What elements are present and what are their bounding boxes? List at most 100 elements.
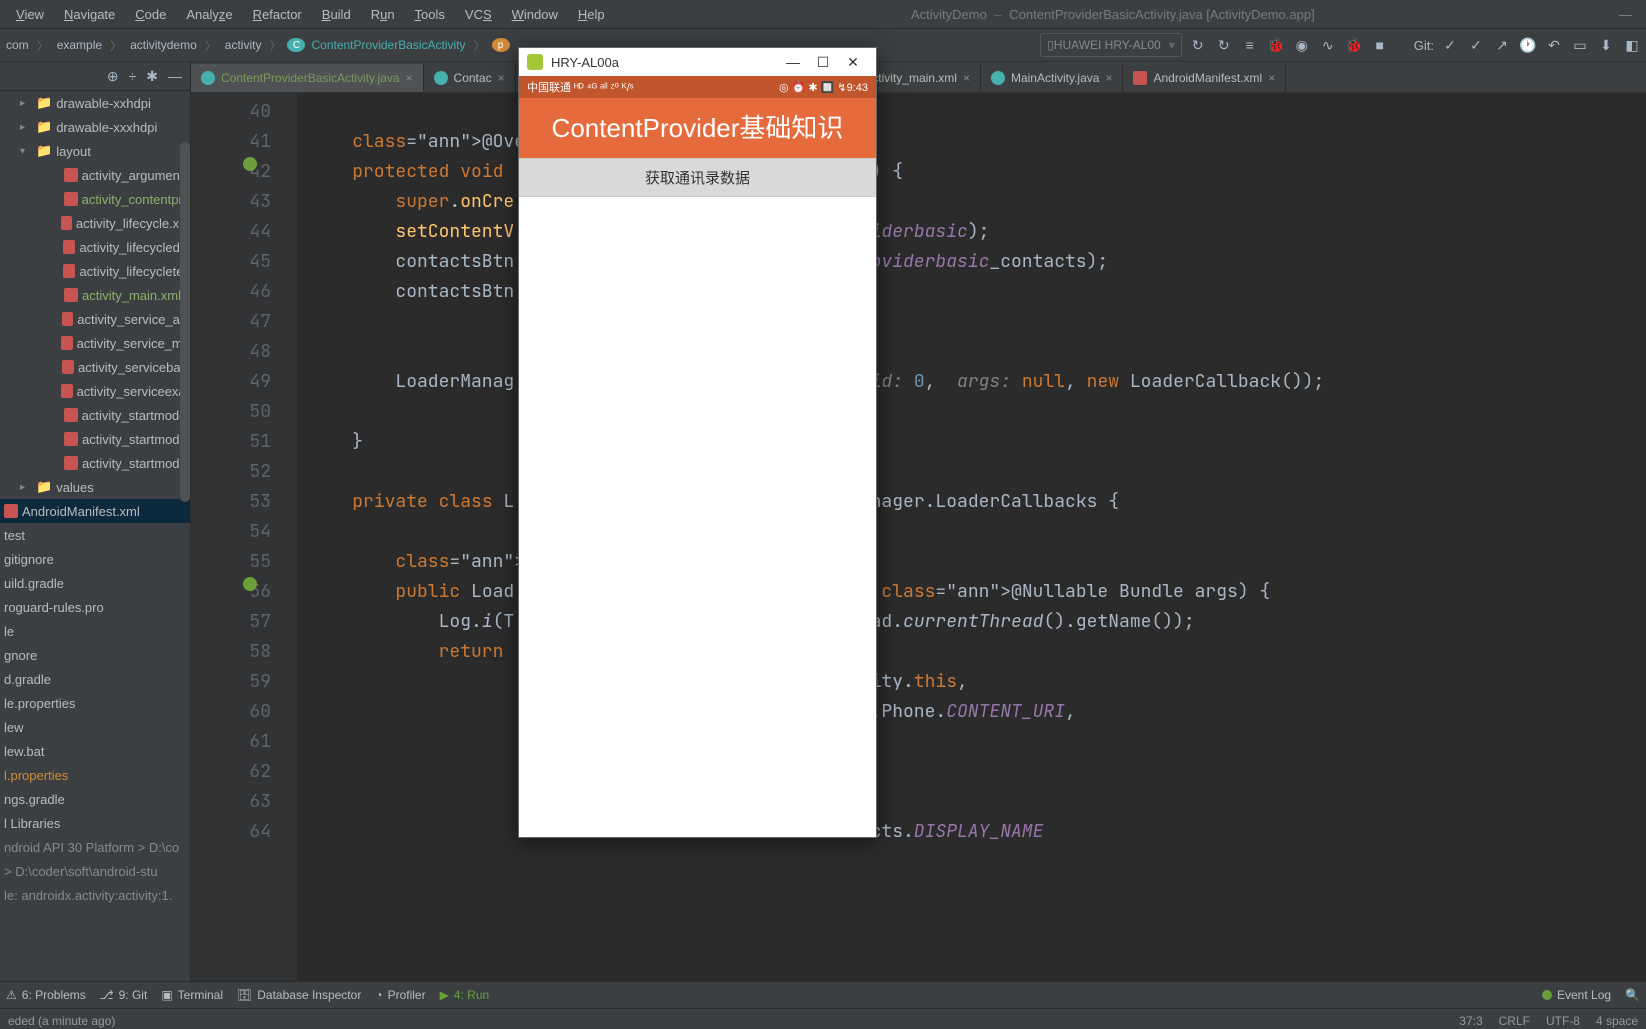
tree-item[interactable]: roguard-rules.pro — [0, 595, 190, 619]
menu-window[interactable]: Window — [502, 7, 568, 22]
tree-scrollbar[interactable] — [180, 142, 190, 502]
indent-setting[interactable]: 4 space — [1596, 1014, 1638, 1028]
tree-item[interactable]: gnore — [0, 643, 190, 667]
caret-position[interactable]: 37:3 — [1459, 1014, 1482, 1028]
tree-item[interactable]: ▾📁layout — [0, 139, 190, 163]
menu-navigate[interactable]: Navigate — [54, 7, 125, 22]
tree-item[interactable]: activity_service_me — [0, 331, 190, 355]
tree-item[interactable]: activity_arguments — [0, 163, 190, 187]
editor-tab[interactable]: Contac× — [424, 64, 516, 92]
tree-item[interactable]: d.gradle — [0, 667, 190, 691]
tool-problems[interactable]: ⚠6: Problems — [6, 988, 86, 1002]
crumb[interactable]: com — [4, 38, 31, 52]
tree-item[interactable]: activity_lifecycletes — [0, 259, 190, 283]
git-push-icon[interactable]: ↗ — [1492, 35, 1512, 55]
tree-item[interactable]: le — [0, 619, 190, 643]
tree-item[interactable]: ndroid API 30 Platform > D:\co — [0, 835, 190, 859]
emulator-window[interactable]: HRY-AL00a — ☐ ✕ 中国联通 ᴴᴰ ⁴ᴳ ᵃˡˡ ᶻ⁰ ᴷ/ˢ ◎ … — [518, 47, 877, 838]
git-history-icon[interactable]: 🕐 — [1518, 35, 1538, 55]
tree-item[interactable]: activity_startmode. — [0, 403, 190, 427]
menu-refactor[interactable]: Refactor — [243, 7, 312, 22]
close-tab-icon[interactable]: × — [1268, 71, 1275, 85]
menu-vcs[interactable]: VCS — [455, 7, 502, 22]
tree-item[interactable]: activity_contentpro — [0, 187, 190, 211]
crumb-current[interactable]: ContentProviderBasicActivity — [309, 38, 467, 52]
tree-item[interactable]: activity_service_aid — [0, 307, 190, 331]
git-rollback-icon[interactable]: ↶ — [1544, 35, 1564, 55]
source-code[interactable]: class="ann">@Override protected void ate… — [297, 93, 1646, 981]
tree-item[interactable]: activity_startmode — [0, 427, 190, 451]
tree-item[interactable]: lew — [0, 715, 190, 739]
device-selector[interactable]: ▯ HUAWEI HRY-AL00▾ — [1040, 33, 1182, 57]
gutter-override-icon[interactable] — [243, 157, 257, 171]
apply-changes-icon[interactable]: ≡ — [1240, 35, 1260, 55]
tree-item[interactable]: le.properties — [0, 691, 190, 715]
menu-analyze[interactable]: Analyze — [176, 7, 242, 22]
tool-run[interactable]: ▶4: Run — [440, 988, 490, 1002]
attach-debugger-icon[interactable]: 🐞 — [1344, 35, 1364, 55]
menu-view[interactable]: View — [6, 7, 54, 22]
tree-settings-icon[interactable]: ✱ — [146, 68, 158, 85]
tree-item[interactable]: ngs.gradle — [0, 787, 190, 811]
tree-item[interactable]: activity_lifecycle.xm — [0, 211, 190, 235]
coverage-icon[interactable]: ◉ — [1292, 35, 1312, 55]
debug-icon[interactable]: 🐞 — [1266, 35, 1286, 55]
tree-item[interactable]: l Libraries — [0, 811, 190, 835]
menu-build[interactable]: Build — [312, 7, 361, 22]
menu-run[interactable]: Run — [361, 7, 405, 22]
tree-item[interactable]: AndroidManifest.xml — [0, 499, 190, 523]
tree-item[interactable]: ▸📁values — [0, 475, 190, 499]
emulator-screen[interactable]: 中国联通 ᴴᴰ ⁴ᴳ ᵃˡˡ ᶻ⁰ ᴷ/ˢ ◎ ⏰ ✱ 🔲 ↯9:43 Cont… — [519, 76, 876, 837]
tool-database-inspector[interactable]: 🗄Database Inspector — [237, 988, 361, 1002]
tree-item[interactable]: activity_lifecycledia — [0, 235, 190, 259]
tree-item[interactable]: ▸📁drawable-xxhdpi — [0, 91, 190, 115]
project-tree[interactable]: ⊕ ÷ ✱ — ▸📁drawable-xxhdpi▸📁drawable-xxxh… — [0, 62, 191, 981]
tree-filter-icon[interactable]: ÷ — [129, 68, 137, 84]
sdk-manager-icon[interactable]: ⬇ — [1596, 35, 1616, 55]
event-log[interactable]: Event Log — [1542, 988, 1611, 1002]
line-separator[interactable]: CRLF — [1499, 1014, 1530, 1028]
editor-tab[interactable]: ContentProviderBasicActivity.java× — [191, 64, 424, 92]
tree-item[interactable]: l.properties — [0, 763, 190, 787]
close-tab-icon[interactable]: × — [1105, 71, 1112, 85]
rerun-icon[interactable]: ↻ — [1214, 35, 1234, 55]
stop-icon[interactable]: ■ — [1370, 35, 1390, 55]
tool-terminal[interactable]: ▣Terminal — [161, 988, 223, 1002]
get-contacts-button[interactable]: 获取通讯录数据 — [519, 158, 876, 197]
tree-item[interactable]: ▸📁drawable-xxxhdpi — [0, 115, 190, 139]
tree-target-icon[interactable]: ⊕ — [107, 68, 119, 85]
menu-help[interactable]: Help — [568, 7, 615, 22]
tree-item[interactable]: activity_servicebasi — [0, 355, 190, 379]
profile-icon[interactable]: ∿ — [1318, 35, 1338, 55]
close-tab-icon[interactable]: × — [406, 71, 413, 85]
emulator-minimize-button[interactable]: — — [778, 54, 808, 70]
tree-item[interactable]: gitignore — [0, 547, 190, 571]
close-tab-icon[interactable]: × — [498, 71, 505, 85]
run-icon[interactable]: ↻ — [1188, 35, 1208, 55]
emulator-maximize-button[interactable]: ☐ — [808, 54, 838, 71]
resource-manager-icon[interactable]: ◧ — [1622, 35, 1642, 55]
avd-manager-icon[interactable]: ▭ — [1570, 35, 1590, 55]
tree-collapse-icon[interactable]: — — [168, 68, 182, 84]
layout-inspector-icon[interactable]: 🔍 — [1625, 988, 1640, 1002]
gutter-override-icon[interactable] — [243, 577, 257, 591]
file-encoding[interactable]: UTF-8 — [1546, 1014, 1580, 1028]
tree-item[interactable]: le: androidx.activity:activity:1. — [0, 883, 190, 907]
editor-tab[interactable]: AndroidManifest.xml× — [1123, 64, 1286, 92]
tree-item[interactable]: activity_startmode — [0, 451, 190, 475]
menu-tools[interactable]: Tools — [405, 7, 455, 22]
editor-tab[interactable]: MainActivity.java× — [981, 64, 1124, 92]
emulator-titlebar[interactable]: HRY-AL00a — ☐ ✕ — [519, 48, 876, 76]
emulator-close-button[interactable]: ✕ — [838, 54, 868, 71]
git-commit-icon[interactable]: ✓ — [1466, 35, 1486, 55]
minimize-icon[interactable]: — — [1611, 7, 1640, 22]
git-update-icon[interactable]: ✓ — [1440, 35, 1460, 55]
tool-profiler[interactable]: ◔Profiler — [375, 988, 425, 1002]
crumb[interactable]: activitydemo — [128, 38, 199, 52]
code-editor[interactable]: 4041424344454647484950515253545556575859… — [191, 93, 1646, 981]
tool-git[interactable]: ⎇9: Git — [100, 988, 148, 1002]
close-tab-icon[interactable]: × — [963, 71, 970, 85]
tree-item[interactable]: activity_main.xml — [0, 283, 190, 307]
tree-item[interactable]: lew.bat — [0, 739, 190, 763]
tree-item[interactable]: > D:\coder\soft\android-stu — [0, 859, 190, 883]
